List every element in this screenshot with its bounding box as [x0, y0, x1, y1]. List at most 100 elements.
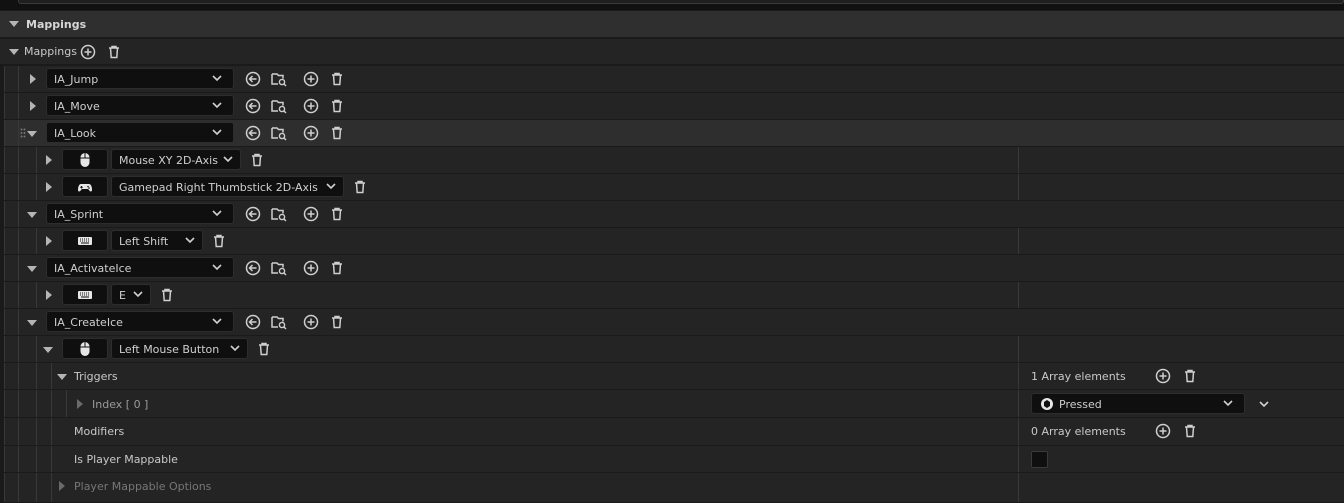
mapping-row: IA_ActivateIce	[0, 255, 1344, 282]
arrow-left-circle-icon[interactable]	[244, 124, 262, 142]
input-action-combo[interactable]: IA_Look	[46, 122, 234, 143]
mouse-icon[interactable]	[62, 338, 108, 359]
trigger-type-combo[interactable]: Pressed	[1031, 393, 1245, 414]
folder-search-icon[interactable]	[270, 313, 288, 331]
chevron-down-icon	[184, 234, 196, 246]
expand-arrow-icon[interactable]	[46, 155, 52, 165]
chevron-down-icon	[211, 126, 223, 138]
chevron-down-icon	[132, 288, 144, 300]
trash-icon[interactable]	[328, 97, 346, 115]
triggers-label: Triggers	[74, 370, 118, 383]
key-mapping-row: E	[0, 282, 1344, 309]
input-action-combo[interactable]: IA_ActivateIce	[46, 257, 234, 278]
mappings-category-header[interactable]: Mappings	[0, 11, 1344, 38]
input-action-name: IA_CreateIce	[54, 316, 123, 329]
key-selector-combo[interactable]: E	[111, 284, 151, 305]
gamepad-icon[interactable]	[62, 176, 108, 197]
expand-arrow-icon[interactable]	[46, 236, 52, 246]
add-circle-icon[interactable]	[1154, 367, 1172, 385]
key-selector-combo[interactable]: Gamepad Right Thumbstick 2D-Axis	[111, 176, 344, 197]
trash-icon[interactable]	[328, 313, 346, 331]
trash-icon[interactable]	[210, 232, 228, 250]
input-action-combo[interactable]: IA_CreateIce	[46, 311, 234, 332]
arrow-left-circle-icon[interactable]	[244, 259, 262, 277]
trash-icon[interactable]	[158, 286, 176, 304]
key-name: Gamepad Right Thumbstick 2D-Axis	[119, 181, 318, 194]
trash-icon[interactable]	[1181, 367, 1199, 385]
trash-icon[interactable]	[248, 151, 266, 169]
expand-arrow-icon[interactable]	[46, 182, 52, 192]
search-input[interactable]	[18, 0, 1344, 4]
trigger-type-value: Pressed	[1059, 398, 1102, 411]
add-circle-icon[interactable]	[302, 259, 320, 277]
trash-icon[interactable]	[1181, 422, 1199, 440]
add-circle-icon[interactable]	[302, 70, 320, 88]
trash-icon[interactable]	[328, 259, 346, 277]
key-mapping-row: Gamepad Right Thumbstick 2D-Axis	[0, 174, 1344, 201]
expand-arrow-icon[interactable]	[27, 266, 37, 272]
trash-icon[interactable]	[328, 205, 346, 223]
mapping-row: IA_Jump	[0, 66, 1344, 93]
trash-icon[interactable]	[328, 70, 346, 88]
expand-arrow-icon[interactable]	[27, 212, 37, 218]
keyboard-icon[interactable]	[62, 284, 108, 305]
collapse-arrow-icon[interactable]	[57, 374, 67, 380]
expand-arrow-icon[interactable]	[27, 320, 37, 326]
add-circle-icon[interactable]	[79, 43, 97, 61]
expand-arrow-icon[interactable]	[30, 74, 36, 84]
chevron-down-icon	[211, 72, 223, 84]
chevron-down-icon[interactable]	[1258, 398, 1270, 413]
keyboard-icon[interactable]	[62, 230, 108, 251]
drag-handle-icon[interactable]	[20, 128, 26, 138]
modifiers-count: 0 Array elements	[1031, 425, 1126, 438]
collapse-arrow-icon[interactable]	[9, 21, 19, 27]
input-action-combo[interactable]: IA_Jump	[46, 68, 234, 89]
collapse-arrow-icon[interactable]	[9, 49, 19, 55]
player-mappable-options-label: Player Mappable Options	[74, 480, 212, 493]
expand-arrow-icon[interactable]	[43, 347, 53, 353]
mouse-icon[interactable]	[62, 149, 108, 170]
chevron-down-icon	[1222, 397, 1234, 409]
folder-search-icon[interactable]	[270, 124, 288, 142]
triggers-row: Triggers 1 Array elements	[0, 363, 1344, 390]
player-mappable-options-row: Player Mappable Options	[0, 473, 1344, 503]
arrow-left-circle-icon[interactable]	[244, 205, 262, 223]
expand-arrow-icon[interactable]	[27, 131, 37, 137]
input-action-combo[interactable]: IA_Sprint	[46, 203, 234, 224]
chevron-down-icon	[211, 261, 223, 273]
mapping-row: IA_Move	[0, 93, 1344, 120]
add-circle-icon[interactable]	[1154, 422, 1172, 440]
key-selector-combo[interactable]: Mouse XY 2D-Axis	[111, 149, 241, 170]
folder-search-icon[interactable]	[270, 205, 288, 223]
folder-search-icon[interactable]	[270, 97, 288, 115]
trash-icon[interactable]	[105, 43, 123, 61]
key-mapping-row: Left Mouse Button	[0, 336, 1344, 363]
expand-arrow-icon[interactable]	[77, 399, 83, 409]
mappings-label: Mappings	[24, 45, 77, 58]
add-circle-icon[interactable]	[302, 313, 320, 331]
expand-arrow-icon[interactable]	[30, 101, 36, 111]
folder-search-icon[interactable]	[270, 70, 288, 88]
arrow-left-circle-icon[interactable]	[244, 70, 262, 88]
key-name: Mouse XY 2D-Axis	[119, 154, 218, 167]
input-action-name: IA_Sprint	[54, 208, 104, 221]
key-name: Left Shift	[119, 235, 169, 248]
input-action-combo[interactable]: IA_Move	[46, 95, 234, 116]
player-mappable-row: Is Player Mappable	[0, 446, 1344, 473]
key-selector-combo[interactable]: Left Shift	[111, 230, 203, 251]
mapping-row: IA_CreateIce	[0, 309, 1344, 336]
arrow-left-circle-icon[interactable]	[244, 313, 262, 331]
chevron-down-icon	[222, 153, 234, 165]
trash-icon[interactable]	[255, 340, 273, 358]
is-player-mappable-checkbox[interactable]	[1031, 451, 1048, 468]
add-circle-icon[interactable]	[302, 97, 320, 115]
expand-arrow-icon[interactable]	[46, 290, 52, 300]
expand-arrow-icon[interactable]	[59, 481, 65, 491]
add-circle-icon[interactable]	[302, 124, 320, 142]
key-selector-combo[interactable]: Left Mouse Button	[111, 338, 248, 359]
arrow-left-circle-icon[interactable]	[244, 97, 262, 115]
trash-icon[interactable]	[328, 124, 346, 142]
trash-icon[interactable]	[351, 178, 369, 196]
folder-search-icon[interactable]	[270, 259, 288, 277]
add-circle-icon[interactable]	[302, 205, 320, 223]
